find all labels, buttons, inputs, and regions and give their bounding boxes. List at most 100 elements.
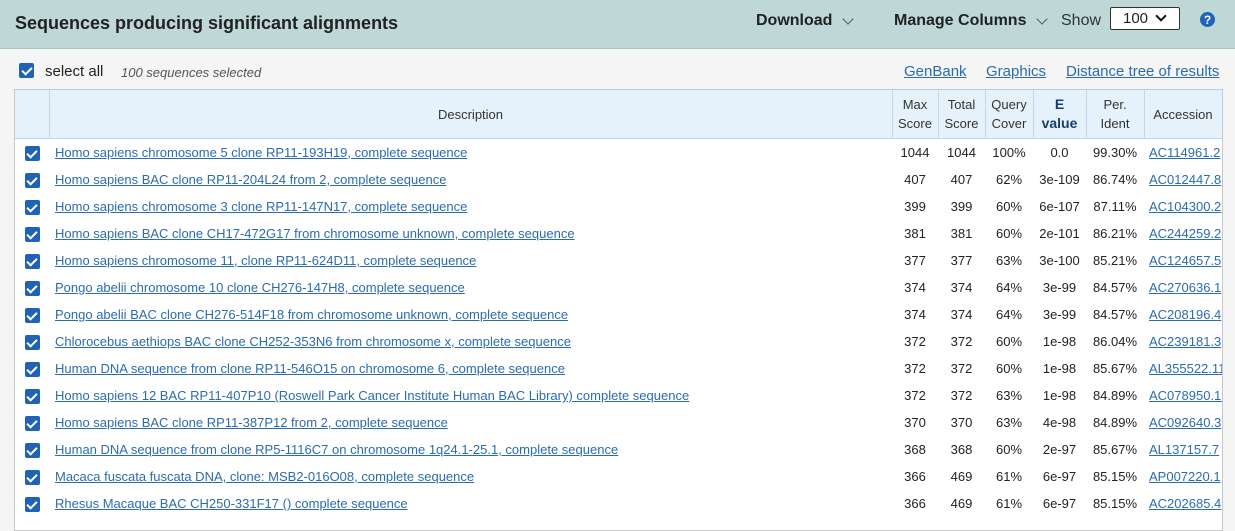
row-checkbox[interactable] bbox=[24, 146, 40, 161]
description-cell: Human DNA sequence from clone RP11-546O1… bbox=[49, 355, 892, 382]
row-checkbox[interactable] bbox=[24, 389, 40, 404]
max-score-cell: 377 bbox=[904, 253, 926, 268]
accession-link[interactable]: AC239181.3 bbox=[1149, 334, 1221, 349]
table-row: Human DNA sequence from clone RP11-546O1… bbox=[15, 355, 1222, 382]
description-link[interactable]: Homo sapiens chromosome 5 clone RP11-193… bbox=[55, 145, 467, 160]
row-checkbox[interactable] bbox=[24, 335, 40, 350]
header-description[interactable]: Description bbox=[49, 90, 893, 139]
row-checkbox[interactable] bbox=[24, 254, 40, 269]
per-ident-cell: 85.67% bbox=[1092, 442, 1138, 457]
total-score-cell: 381 bbox=[950, 226, 973, 241]
description-link[interactable]: Homo sapiens chromosome 3 clone RP11-147… bbox=[55, 199, 467, 214]
accession-link[interactable]: AP007220.1 bbox=[1149, 469, 1221, 484]
accession-cell: AL137157.7 bbox=[1144, 436, 1222, 463]
description-link[interactable]: Homo sapiens BAC clone RP11-387P12 from … bbox=[55, 415, 448, 430]
description-link[interactable]: Rhesus Macaque BAC CH250-331F17 () compl… bbox=[55, 496, 408, 511]
select-all-checkbox[interactable] bbox=[19, 63, 34, 78]
description-link[interactable]: Homo sapiens 12 BAC RP11-407P10 (Roswell… bbox=[55, 388, 689, 403]
per-ident-cell: 85.21% bbox=[1092, 253, 1138, 268]
accession-link[interactable]: AC202685.4 bbox=[1149, 496, 1221, 511]
per-ident-cell: 87.11% bbox=[1093, 199, 1137, 214]
accession-cell: AC078950.19 bbox=[1144, 382, 1222, 409]
description-link[interactable]: Macaca fuscata fuscata DNA, clone: MSB2-… bbox=[55, 469, 474, 484]
max-score-cell: 368 bbox=[904, 442, 926, 457]
per-ident-cell: 84.89% bbox=[1092, 388, 1138, 403]
description-link[interactable]: Homo sapiens BAC clone RP11-204L24 from … bbox=[55, 172, 446, 187]
accession-link[interactable]: AC208196.4 bbox=[1149, 307, 1221, 322]
query-cover-cell: 63% bbox=[995, 415, 1023, 430]
download-menu[interactable]: Download bbox=[756, 12, 855, 30]
accession-link[interactable]: AC114961.2 bbox=[1149, 145, 1220, 160]
row-checkbox[interactable] bbox=[24, 173, 40, 188]
max-score-cell: 374 bbox=[904, 280, 926, 295]
description-link[interactable]: Homo sapiens chromosome 11, clone RP11-6… bbox=[55, 253, 476, 268]
max-score-cell: 407 bbox=[904, 172, 926, 187]
graphics-link[interactable]: Graphics bbox=[986, 63, 1046, 80]
accession-link[interactable]: AC012447.8 bbox=[1149, 172, 1221, 187]
row-checkbox[interactable] bbox=[24, 200, 40, 215]
header-max-score[interactable]: Max Score bbox=[892, 90, 939, 139]
description-link[interactable]: Pongo abelii BAC clone CH276-514F18 from… bbox=[55, 307, 568, 322]
header-query-cover[interactable]: Query Cover bbox=[985, 90, 1034, 139]
genbank-link[interactable]: GenBank bbox=[904, 63, 967, 80]
header-description-label: Description bbox=[437, 106, 504, 122]
description-link[interactable]: Pongo abelii chromosome 10 clone CH276-1… bbox=[55, 280, 465, 295]
description-cell: Homo sapiens BAC clone RP11-387P12 from … bbox=[49, 409, 892, 436]
row-checkbox[interactable] bbox=[24, 497, 40, 512]
selected-count: 100 sequences selected bbox=[121, 65, 262, 80]
table-row: Rhesus Macaque BAC CH250-331F17 () compl… bbox=[15, 490, 1222, 517]
row-checkbox-cell bbox=[15, 301, 49, 328]
row-checkbox[interactable] bbox=[24, 281, 40, 296]
accession-cell: AP007220.1 bbox=[1144, 463, 1222, 490]
evalue-cell: 0.0 bbox=[1050, 145, 1069, 160]
accession-link[interactable]: AC078950.19 bbox=[1149, 388, 1222, 403]
accession-link[interactable]: AC104300.2 bbox=[1149, 199, 1221, 214]
download-label: Download bbox=[756, 12, 833, 29]
distance-tree-link[interactable]: Distance tree of results bbox=[1066, 63, 1219, 80]
accession-link[interactable]: AC244259.2 bbox=[1149, 226, 1221, 241]
header-accession[interactable]: Accession bbox=[1144, 90, 1222, 139]
evalue-cell: 1e-98 bbox=[1042, 361, 1077, 376]
accession-cell: AC114961.2 bbox=[1144, 139, 1222, 167]
header-max-score-line1: Max bbox=[902, 97, 928, 112]
total-score-cell: 374 bbox=[950, 280, 973, 295]
accession-link[interactable]: AC092640.3 bbox=[1149, 415, 1221, 430]
header-evalue[interactable]: Evalue bbox=[1033, 90, 1087, 139]
description-link[interactable]: Chlorocebus aethiops BAC clone CH252-353… bbox=[55, 334, 571, 349]
select-all-label[interactable]: select all bbox=[45, 63, 103, 80]
accession-link[interactable]: AL355522.11 bbox=[1149, 361, 1222, 376]
header-total-score[interactable]: Total Score bbox=[938, 90, 986, 139]
row-checkbox[interactable] bbox=[24, 227, 40, 242]
row-checkbox[interactable] bbox=[24, 362, 40, 377]
help-icon[interactable]: ? bbox=[1200, 12, 1215, 27]
max-score-cell: 372 bbox=[904, 388, 926, 403]
accession-cell: AL355522.11 bbox=[1144, 355, 1222, 382]
evalue-cell: 6e-97 bbox=[1042, 496, 1077, 511]
show-count-select[interactable]: 100 bbox=[1110, 7, 1180, 30]
row-checkbox[interactable] bbox=[24, 308, 40, 323]
query-cover-cell: 60% bbox=[995, 442, 1023, 457]
total-score-cell: 372 bbox=[950, 388, 973, 403]
total-score-cell: 407 bbox=[950, 172, 973, 187]
max-score-cell: 372 bbox=[904, 361, 926, 376]
row-checkbox[interactable] bbox=[24, 470, 40, 485]
description-cell: Homo sapiens chromosome 11, clone RP11-6… bbox=[49, 247, 892, 274]
description-cell: Pongo abelii chromosome 10 clone CH276-1… bbox=[49, 274, 892, 301]
table-row: Human DNA sequence from clone RP5-1116C7… bbox=[15, 436, 1222, 463]
chevron-down-icon bbox=[1036, 12, 1049, 25]
accession-link[interactable]: AL137157.7 bbox=[1149, 442, 1219, 457]
description-link[interactable]: Human DNA sequence from clone RP11-546O1… bbox=[55, 361, 565, 376]
description-cell: Homo sapiens chromosome 5 clone RP11-193… bbox=[49, 139, 892, 167]
header-per-ident[interactable]: Per. Ident bbox=[1086, 90, 1145, 139]
accession-link[interactable]: AC270636.1 bbox=[1149, 280, 1221, 295]
query-cover-cell: 63% bbox=[995, 388, 1023, 403]
chevron-down-icon bbox=[1155, 10, 1167, 22]
description-link[interactable]: Homo sapiens BAC clone CH17-472G17 from … bbox=[55, 226, 575, 241]
row-checkbox[interactable] bbox=[24, 416, 40, 431]
description-link[interactable]: Human DNA sequence from clone RP5-1116C7… bbox=[55, 442, 618, 457]
manage-columns-menu[interactable]: Manage Columns bbox=[894, 12, 1049, 30]
query-cover-cell: 63% bbox=[995, 253, 1023, 268]
row-checkbox[interactable] bbox=[24, 443, 40, 458]
max-score-cell: 366 bbox=[904, 496, 926, 511]
accession-link[interactable]: AC124657.5 bbox=[1149, 253, 1221, 268]
